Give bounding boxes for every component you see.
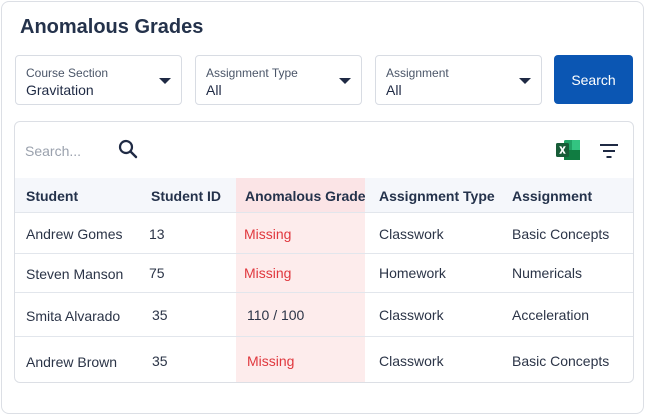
cell-student: Smita Alvarado xyxy=(26,308,121,324)
cell-assignment-type: Homework xyxy=(379,265,446,281)
row-divider xyxy=(15,336,633,337)
cell-anomalous-grade: Missing xyxy=(247,353,295,369)
chevron-down-icon xyxy=(519,78,531,84)
cell-student: Andrew Gomes xyxy=(26,226,123,242)
search-icon[interactable] xyxy=(118,139,138,159)
assignment-type-label: Assignment Type xyxy=(206,66,298,80)
column-header-assignment[interactable]: Assignment xyxy=(512,188,592,204)
assignment-select[interactable]: Assignment All xyxy=(375,55,542,105)
cell-assignment: Numericals xyxy=(512,265,583,281)
chevron-down-icon xyxy=(159,78,171,84)
column-header-anomalous-grade[interactable]: Anomalous Grade xyxy=(245,188,366,204)
cell-student-id: 35 xyxy=(152,353,168,369)
cell-student-id: 75 xyxy=(149,265,165,281)
cell-anomalous-grade: 110 / 100 xyxy=(247,307,305,323)
anomalous-grades-card: Anomalous Grades Course Section Gravitat… xyxy=(1,1,644,414)
chevron-down-icon xyxy=(339,78,351,84)
table-header: Student Student ID Anomalous Grade Assig… xyxy=(15,178,633,213)
cell-anomalous-grade: Missing xyxy=(244,226,292,242)
row-divider xyxy=(15,292,633,293)
cell-assignment-type: Classwork xyxy=(379,226,444,242)
course-section-select[interactable]: Course Section Gravitation xyxy=(15,55,182,105)
cell-student-id: 35 xyxy=(152,307,168,323)
assignment-type-select[interactable]: Assignment Type All xyxy=(195,55,362,105)
course-section-label: Course Section xyxy=(26,66,109,80)
page-title: Anomalous Grades xyxy=(20,16,204,38)
assignment-value: All xyxy=(386,82,402,98)
column-header-assignment-type[interactable]: Assignment Type xyxy=(379,188,495,204)
cell-assignment: Acceleration xyxy=(512,307,590,323)
cell-student: Steven Manson xyxy=(26,266,124,282)
column-header-student-id[interactable]: Student ID xyxy=(151,188,221,204)
row-divider xyxy=(15,253,633,254)
course-section-value: Gravitation xyxy=(26,82,94,98)
cell-assignment: Basic Concepts xyxy=(512,353,610,369)
column-header-student[interactable]: Student xyxy=(26,188,78,204)
cell-student-id: 13 xyxy=(149,226,165,242)
assignment-type-value: All xyxy=(206,82,222,98)
cell-anomalous-grade: Missing xyxy=(244,265,292,281)
assignment-label: Assignment xyxy=(386,66,449,80)
cell-assignment-type: Classwork xyxy=(379,307,444,323)
filter-icon[interactable] xyxy=(600,144,618,158)
cell-assignment: Basic Concepts xyxy=(512,226,610,242)
table-search-input[interactable]: Search... xyxy=(25,143,81,159)
cell-assignment-type: Classwork xyxy=(379,353,444,369)
cell-student: Andrew Brown xyxy=(26,354,118,370)
grades-table: Search... Student Student ID Anomalous G… xyxy=(14,121,634,383)
search-button[interactable]: Search xyxy=(554,55,633,104)
excel-icon[interactable] xyxy=(555,138,581,162)
